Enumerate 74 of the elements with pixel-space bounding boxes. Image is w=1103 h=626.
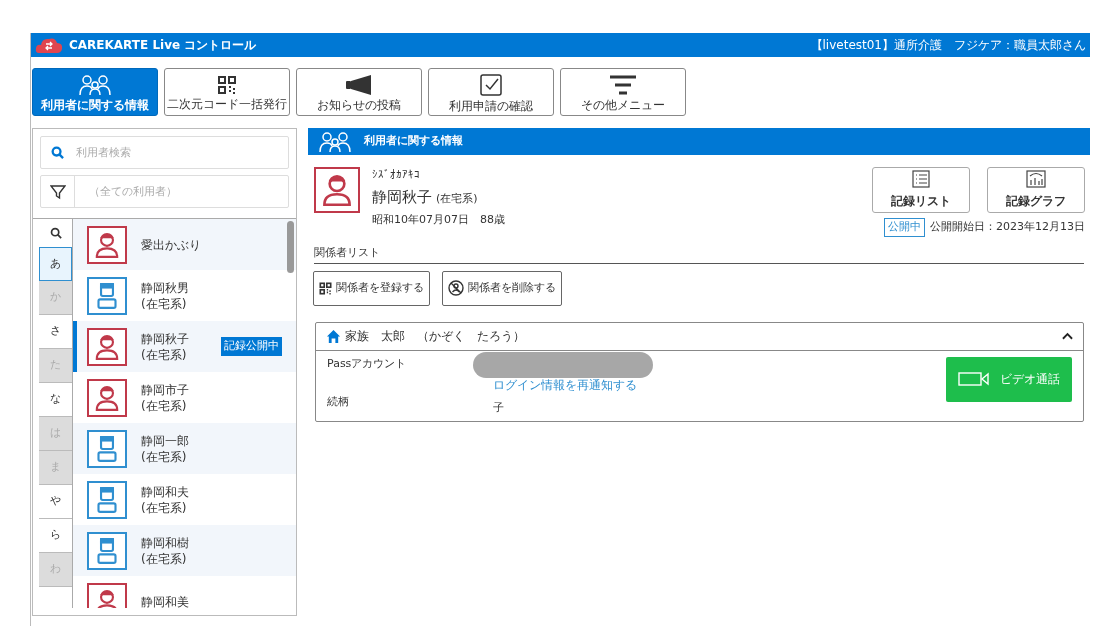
user-name: 静岡和美 <box>141 593 190 608</box>
user-name: 静岡秋男 <box>141 279 190 296</box>
user-type: (在宅系) <box>141 550 188 567</box>
search-icon <box>51 146 64 159</box>
app-title: CAREKARTE Live コントロール <box>69 37 257 54</box>
filter-icon <box>49 183 66 200</box>
search-icon[interactable] <box>49 227 62 239</box>
user-name: 愛出かぶり <box>141 236 202 253</box>
birth-date: 昭和10年07月07日 88歳 <box>372 212 505 228</box>
list-icon <box>912 170 930 188</box>
field-label: Passアカウント <box>327 355 408 372</box>
toolbar-button[interactable]: 利用者に関する情報 <box>32 68 158 116</box>
cloud-logo-icon <box>35 36 63 54</box>
record-button[interactable]: 記録リスト <box>872 167 970 213</box>
status-badge: 記録公開中 <box>221 337 282 356</box>
qr-code-icon <box>319 281 332 295</box>
user-name: 静岡市子 <box>141 381 190 398</box>
record-button[interactable]: 記録グラフ <box>987 167 1085 213</box>
name-kana: ｼｽﾞｵｶｱｷｺ <box>372 167 421 183</box>
user-type: (在宅系) <box>141 397 188 414</box>
scrollbar-thumb[interactable] <box>287 221 294 273</box>
section-title: 利用者に関する情報 <box>364 133 463 150</box>
user-name: 静岡秋子 <box>372 186 432 208</box>
menu-icon <box>608 73 638 96</box>
relations-title: 関係者リスト <box>314 245 380 259</box>
male-avatar-icon <box>87 480 127 519</box>
people-icon <box>78 73 112 96</box>
user-name: 静岡和樹 <box>141 534 190 551</box>
field-label: 続柄 <box>327 393 350 410</box>
user-list-item[interactable]: 愛出かぶり <box>73 219 296 270</box>
user-name: 静岡一郎 <box>141 432 190 449</box>
relation-name: 家族 太郎 （かぞく たろう） <box>345 328 525 345</box>
search-field[interactable]: 利用者検索 <box>40 136 289 169</box>
relation-button[interactable]: 関係者を登録する <box>313 270 430 306</box>
user-type: (在宅系) <box>141 295 188 312</box>
search-field[interactable]: 利用者検索 <box>76 137 288 168</box>
relation-button[interactable]: 関係者を削除する <box>442 270 562 306</box>
male-avatar-icon <box>87 531 127 570</box>
bar-chart-icon <box>1026 170 1046 188</box>
user-type: (在宅系) <box>436 190 478 207</box>
filter-field[interactable]: （全ての利用者） <box>75 176 288 207</box>
male-avatar-icon <box>87 276 127 315</box>
user-list-item[interactable]: 静岡一郎 (在宅系) <box>73 423 296 474</box>
user-name: 静岡和夫 <box>141 483 190 500</box>
toolbar-button[interactable]: 利用申請の確認 <box>428 68 554 116</box>
qr-code-icon <box>217 74 237 95</box>
publish-status-badge: 公開中 <box>884 218 925 237</box>
user-type: (在宅系) <box>141 448 188 465</box>
toolbar-button[interactable]: 二次元コード一括発行 <box>164 68 290 116</box>
female-avatar-icon <box>314 167 360 213</box>
user-list-item[interactable]: 静岡秋子 (在宅系) 記録公開中 <box>73 321 296 372</box>
female-avatar-icon <box>87 378 127 417</box>
male-avatar-icon <box>87 429 127 468</box>
user-name: 静岡秋子 <box>141 330 190 347</box>
home-icon <box>326 328 341 344</box>
resend-login-link[interactable]: ログイン情報を再通知する <box>493 375 653 394</box>
person-prohibited-icon <box>448 280 464 296</box>
user-type: (在宅系) <box>141 346 188 363</box>
user-info: 【livetest01】通所介護 フジケア：職員太郎さん <box>810 37 1086 54</box>
filter-field[interactable]: （全ての利用者） <box>40 175 289 208</box>
collapse-chevron-icon[interactable] <box>1062 332 1073 340</box>
toolbar-button[interactable]: その他メニュー <box>560 68 686 116</box>
user-type: (在宅系) <box>141 499 188 516</box>
user-list-item[interactable]: 静岡和樹 (在宅系) <box>73 525 296 576</box>
publish-start-date: 公開開始日：2023年12月13日 <box>930 219 1085 235</box>
female-avatar-icon <box>87 327 127 366</box>
field-value: 子 <box>493 399 504 416</box>
people-icon <box>318 130 352 153</box>
checkbox-icon <box>479 72 503 97</box>
female-avatar-icon <box>87 225 127 264</box>
video-camera-icon <box>958 371 990 387</box>
index-tab[interactable]: あ <box>39 247 72 281</box>
toolbar-button[interactable]: お知らせの投稿 <box>296 68 422 116</box>
megaphone-icon <box>344 73 374 96</box>
